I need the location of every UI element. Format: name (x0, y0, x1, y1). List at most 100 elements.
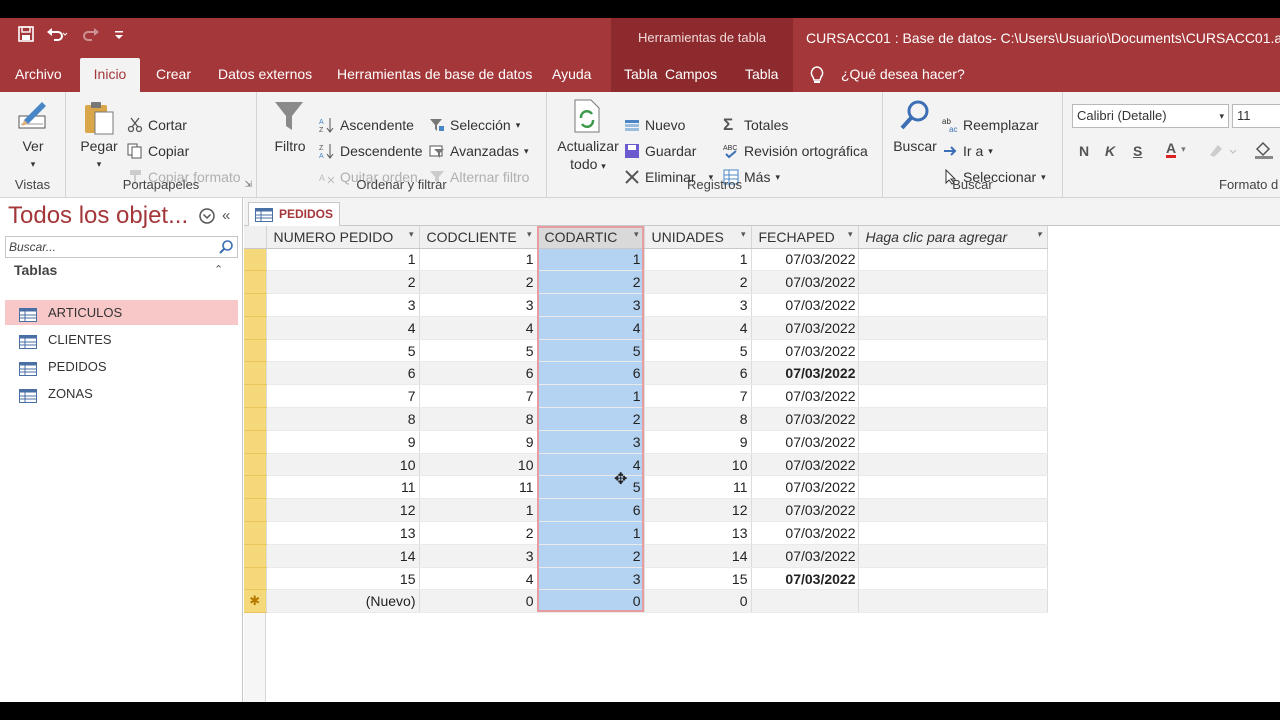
cell-add-field[interactable] (858, 521, 1048, 545)
cell-unidades[interactable]: 14 (644, 544, 752, 568)
cortar-button[interactable]: Cortar (127, 117, 187, 133)
cell-fechaped[interactable]: 07/03/2022 (751, 430, 859, 454)
row-selector[interactable] (244, 316, 267, 340)
cell-unidades[interactable]: 4 (644, 316, 752, 340)
tab-archivo[interactable]: Archivo (3, 58, 74, 92)
ir-a-button[interactable]: Ir a ▾ (942, 143, 993, 159)
cell-codcliente[interactable]: 5 (419, 339, 538, 363)
row-selector[interactable] (244, 407, 267, 431)
italic-button[interactable]: K (1105, 143, 1115, 159)
row-selector[interactable] (244, 339, 267, 363)
cell-codartic[interactable]: 2 (537, 270, 645, 295)
cell-codcliente[interactable]: 4 (419, 567, 538, 591)
column-header-codartic[interactable]: CODARTIC ▾ (537, 226, 645, 249)
tab-herramientas-bd[interactable]: Herramientas de base de datos (325, 58, 544, 92)
cell-add-field[interactable] (858, 316, 1048, 340)
cell-codartic[interactable]: 3 (537, 293, 645, 317)
nav-section-tablas[interactable]: Tablas (14, 262, 57, 278)
cell-codcliente[interactable]: 1 (419, 498, 538, 523)
cell-codartic[interactable]: 6 (537, 498, 645, 523)
save-icon[interactable] (18, 26, 34, 47)
cell-add-field[interactable] (858, 339, 1048, 363)
cell-unidades[interactable]: 1 (644, 248, 752, 272)
cell-codartic[interactable]: 2 (537, 407, 645, 431)
guardar-button[interactable]: Guardar (624, 143, 696, 159)
nav-item-clientes[interactable]: CLIENTES (5, 327, 238, 352)
underline-button[interactable]: S (1133, 143, 1142, 159)
cell-add-field[interactable] (858, 248, 1048, 272)
cell-numero-pedido[interactable]: 8 (266, 407, 420, 431)
cell-codcliente[interactable]: 9 (419, 430, 538, 454)
cell-fechaped[interactable]: 07/03/2022 (751, 521, 859, 545)
cell-codcliente[interactable]: 0 (419, 589, 538, 614)
row-selector[interactable] (244, 293, 267, 317)
tab-ayuda[interactable]: Ayuda (540, 58, 603, 92)
cell-add-field[interactable] (858, 293, 1048, 317)
cell-numero-pedido[interactable]: 7 (266, 384, 420, 409)
tab-campos[interactable]: Campos (653, 58, 729, 92)
cell-unidades[interactable]: 2 (644, 270, 752, 295)
new-record-marker[interactable]: ✱ (244, 589, 267, 614)
cell-unidades[interactable]: 11 (644, 475, 752, 500)
nav-pane-title[interactable]: Todos los objet... (8, 202, 188, 230)
cell-unidades[interactable]: 15 (644, 567, 752, 591)
cell-numero-pedido[interactable]: 13 (266, 521, 420, 545)
undo-icon[interactable] (46, 26, 68, 47)
nav-item-pedidos[interactable]: PEDIDOS (5, 354, 238, 379)
row-selector[interactable] (244, 498, 267, 523)
cell-fechaped[interactable] (751, 589, 859, 614)
cell-add-field[interactable] (858, 407, 1048, 431)
tell-me-box[interactable]: ¿Qué desea hacer? (829, 58, 977, 92)
cell-unidades[interactable]: 8 (644, 407, 752, 431)
cell-fechaped[interactable]: 07/03/2022 (751, 407, 859, 431)
row-selector[interactable] (244, 453, 267, 477)
cell-fechaped[interactable]: 07/03/2022 (751, 361, 859, 386)
cell-codcliente[interactable]: 2 (419, 270, 538, 295)
cell-numero-pedido[interactable]: 5 (266, 339, 420, 363)
cell-add-field[interactable] (858, 384, 1048, 409)
column-header-fechaped[interactable]: FECHAPED ▾ (751, 226, 859, 249)
revision-button[interactable]: ABC Revisión ortográfica (723, 143, 868, 159)
cell-unidades[interactable]: 13 (644, 521, 752, 545)
row-selector[interactable] (244, 270, 267, 295)
actualizar-todo-label[interactable]: todo ▾ (547, 156, 629, 175)
chevron-down-icon[interactable]: ▾ (0, 156, 66, 173)
cell-fechaped[interactable]: 07/03/2022 (751, 316, 859, 340)
cell-codartic[interactable]: 5 (537, 339, 645, 363)
cell-codcliente[interactable]: 3 (419, 293, 538, 317)
cell-fechaped[interactable]: 07/03/2022 (751, 544, 859, 568)
cell-fechaped[interactable]: 07/03/2022 (751, 498, 859, 523)
cell-fechaped[interactable]: 07/03/2022 (751, 339, 859, 363)
filter-icon[interactable] (273, 100, 305, 137)
actualizar-button[interactable]: Actualizar (547, 138, 629, 155)
dialog-launcher-icon[interactable]: ⇲ (244, 179, 252, 190)
cell-numero-pedido[interactable]: 11 (266, 475, 420, 500)
cell-add-field[interactable] (858, 498, 1048, 523)
cell-unidades[interactable]: 6 (644, 361, 752, 386)
cell-numero-pedido[interactable]: 6 (266, 361, 420, 386)
copiar-button[interactable]: Copiar (127, 143, 189, 159)
cell-unidades[interactable]: 5 (644, 339, 752, 363)
nuevo-button[interactable]: Nuevo (624, 117, 685, 133)
row-selector[interactable] (244, 361, 267, 386)
chevron-down-icon[interactable]: ▾ (74, 156, 124, 173)
cell-codcliente[interactable]: 7 (419, 384, 538, 409)
search-icon[interactable] (218, 239, 234, 260)
row-selector[interactable] (244, 567, 267, 591)
cell-numero-pedido[interactable]: 9 (266, 430, 420, 454)
cell-codartic[interactable]: 3 (537, 430, 645, 454)
cell-numero-pedido[interactable]: 15 (266, 567, 420, 591)
cell-codartic[interactable]: 4 (537, 453, 645, 477)
cell-unidades[interactable]: 7 (644, 384, 752, 409)
paste-icon[interactable] (83, 100, 115, 139)
buscar-button[interactable]: Buscar (889, 138, 941, 155)
column-header-unidades[interactable]: UNIDADES ▾ (644, 226, 752, 249)
doc-tab-pedidos[interactable]: PEDIDOS (248, 202, 340, 226)
cell-fechaped[interactable]: 07/03/2022 (751, 293, 859, 317)
totales-button[interactable]: Σ Totales (723, 116, 788, 133)
avanzadas-button[interactable]: Avanzadas ▾ (429, 143, 529, 159)
cell-unidades[interactable]: 0 (644, 589, 752, 614)
cell-add-field[interactable] (858, 430, 1048, 454)
cell-codartic[interactable]: 1 (537, 248, 645, 272)
cell-numero-pedido[interactable]: 2 (266, 270, 420, 295)
